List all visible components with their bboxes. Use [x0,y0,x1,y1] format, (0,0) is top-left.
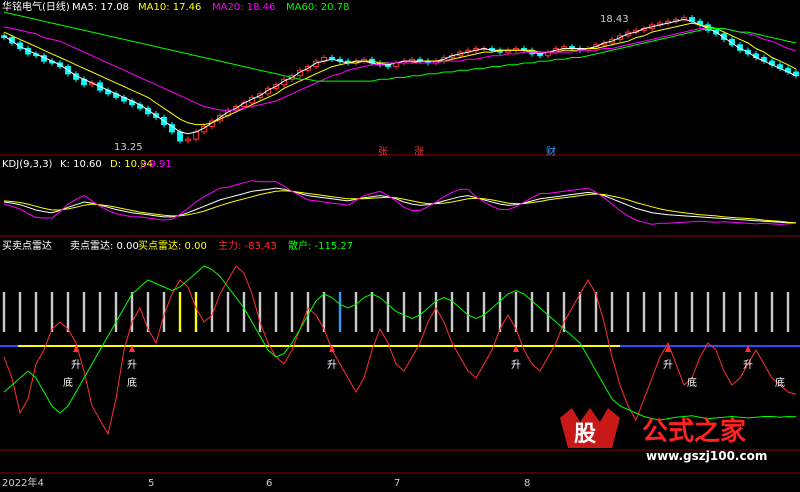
kdj-j-label: J: 9.91 [139,159,172,170]
signal-bar [706,292,710,332]
kdj-panel [3,180,797,225]
price-panel [1,11,799,144]
candle-body [193,131,199,140]
signal-up-text: 升 [71,359,81,371]
signal-up-text: 升 [663,359,673,371]
retail-line [3,265,797,421]
signal-bar [98,292,102,332]
signal-bar [306,292,310,332]
radar-panel: 升升升升升升底底底底 [0,265,800,436]
signal-bar [290,292,294,332]
candle-body [185,138,191,142]
signal-bar [690,292,694,332]
signal-bar [2,292,6,332]
signal-bar [66,292,70,332]
signal-bottom-text: 底 [687,376,697,389]
signal-bar [450,292,454,332]
signal-bar [178,292,182,332]
low-price-label: 13.25 [114,142,143,153]
kdj-line-d [3,190,797,224]
sell-radar-label: 卖点雷达: 0.00 [70,240,139,252]
signal-bar [658,292,662,332]
signal-bar [466,292,470,332]
signal-bar [18,292,22,332]
signal-bar [610,292,614,332]
signal-bar [482,292,486,332]
stock-chart-window: 升升升升升升底底底底 华铭电气(日线) MA5: 17.08 MA10: 17.… [0,0,800,492]
signal-bar [514,292,518,332]
signal-bar [562,292,566,332]
signal-bar [578,292,582,332]
main-force-label: 主力: -83.43 [218,239,277,252]
radar-title: 买卖点雷达 [2,240,52,252]
signal-bar [386,292,390,332]
signal-bar [274,292,278,332]
kdj-k-label: K: 10.60 [60,159,102,170]
signal-bar [738,292,742,332]
signal-bar [674,292,678,332]
signal-bar [402,292,406,332]
signal-bar [82,292,86,332]
signal-bar [194,292,198,332]
watermark-url: www.gszj100.com [646,449,767,463]
buy-radar-label: 买点雷达: 0.00 [138,240,207,252]
x-tick-jul: 7 [394,478,400,489]
high-price-label: 18.43 [600,14,629,25]
signal-bar [34,292,38,332]
marker-cai: 财 [546,145,556,158]
signal-bar [626,292,630,332]
watermark-title: 公式之家 [642,416,746,447]
chart-canvas: 升升升升升升底底底底 华铭电气(日线) MA5: 17.08 MA10: 17.… [0,0,800,489]
signal-bar [754,292,758,332]
signal-bar [338,292,342,332]
ma5-label: MA5: 17.08 [72,2,129,13]
ma-line-ma5 [3,18,797,135]
signal-up-text: 升 [327,359,337,371]
main-force-line [3,265,797,436]
signal-bottom-text: 底 [127,376,137,389]
signal-bar [50,292,54,332]
signal-bar [226,292,230,332]
x-tick-aug: 8 [524,478,530,489]
signal-bar [258,292,262,332]
signal-bar [434,292,438,332]
kdj-line-k [3,187,797,224]
signal-bar [114,292,118,332]
signal-up-text: 升 [511,359,521,371]
signal-bar [418,292,422,332]
x-tick-may: 5 [148,478,154,489]
ma-line-ma60 [3,11,797,82]
candle-body [177,131,183,142]
signal-bar [322,292,326,332]
stock-title: 华铭电气(日线) [2,0,70,13]
x-tick-jun: 6 [266,478,272,489]
signal-bar [786,292,790,332]
marker-zhang: 张 [378,146,388,158]
signal-bar [498,292,502,332]
signal-bar [370,292,374,332]
ma60-label: MA60: 20.78 [286,2,349,13]
x-tick-apr: 2022年4 [2,476,44,489]
ma20-label: MA20: 18.46 [212,2,275,13]
signal-bottom-text: 底 [63,376,73,389]
kdj-title: KDJ(9,3,3) [2,159,53,170]
signal-bar [642,292,646,332]
signal-up-text: 升 [127,359,137,371]
retail-label: 散户: -115.27 [288,239,353,252]
watermark: 股 公式之家 www.gszj100.com [560,408,767,463]
signal-bar [770,292,774,332]
signal-bar [546,292,550,332]
kdj-line-j [3,180,797,225]
signal-bar [530,292,534,332]
signal-bottom-text: 底 [775,376,785,389]
signal-bar [722,292,726,332]
signal-bar [242,292,246,332]
signal-bar [354,292,358,332]
marker-zhang-rise: 涨 [414,146,424,158]
watermark-logo-char: 股 [574,422,596,447]
signal-up-text: 升 [743,359,753,371]
ma-line-ma10 [3,22,797,126]
ma10-label: MA10: 17.46 [138,2,201,13]
